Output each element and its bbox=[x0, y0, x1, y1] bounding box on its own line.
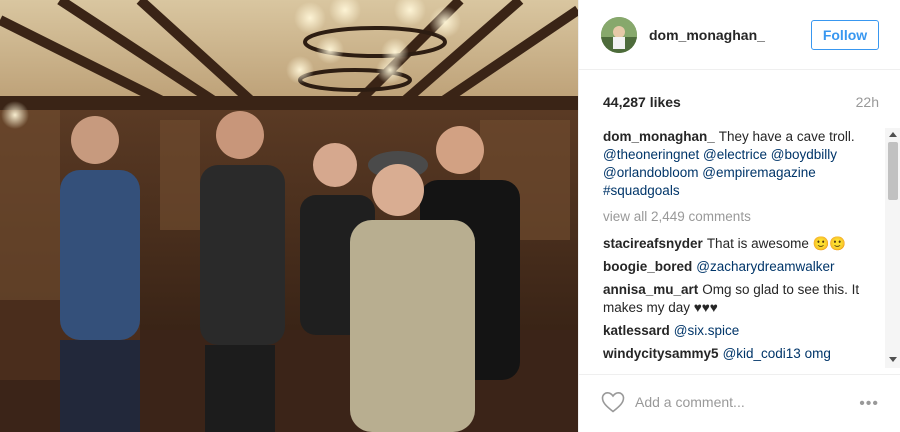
post-header: dom_monaghan_ Follow bbox=[579, 0, 900, 70]
caption-tag[interactable]: @theoneringnet bbox=[603, 147, 699, 162]
caption-tag[interactable]: @electrice bbox=[703, 147, 767, 162]
post-timestamp[interactable]: 22h bbox=[856, 94, 879, 110]
comment-text: That is awesome 🙂🙂 bbox=[706, 236, 847, 251]
comment-username[interactable]: annisa_mu_art bbox=[603, 282, 698, 297]
comment-scrollbar[interactable] bbox=[885, 128, 900, 368]
heart-icon[interactable] bbox=[601, 391, 625, 413]
comment-username[interactable]: katlessard bbox=[603, 323, 670, 338]
avatar[interactable] bbox=[601, 17, 637, 53]
comment-footer: ••• bbox=[579, 374, 900, 432]
caption-tag[interactable]: @empiremagazine bbox=[702, 165, 816, 180]
comment-username[interactable]: stacireafsnyder bbox=[603, 236, 703, 251]
post-sidebar: dom_monaghan_ Follow 44,287 likes 22h do… bbox=[578, 0, 900, 432]
post-photo[interactable] bbox=[0, 0, 578, 432]
caption-tag[interactable]: #squadgoals bbox=[603, 183, 680, 198]
comment-item: windycitysammy5 @kid_codi13 omg bbox=[603, 345, 879, 363]
caption-username[interactable]: dom_monaghan_ bbox=[603, 129, 715, 144]
comment-item: boogie_bored @zacharydreamwalker bbox=[603, 258, 879, 276]
photo-illustration bbox=[0, 0, 578, 432]
follow-button[interactable]: Follow bbox=[811, 20, 879, 50]
scroll-down-arrow-icon[interactable] bbox=[889, 357, 897, 362]
avatar-image bbox=[601, 17, 637, 53]
caption-text: They have a cave troll. bbox=[718, 129, 855, 144]
comment-text[interactable]: @kid_codi13 omg bbox=[723, 346, 831, 361]
comment-username[interactable]: windycitysammy5 bbox=[603, 346, 719, 361]
comment-text[interactable]: @six.spice bbox=[674, 323, 739, 338]
caption-tag[interactable]: @orlandobloom bbox=[603, 165, 699, 180]
comment-item: stacireafsnyder That is awesome 🙂🙂 bbox=[603, 235, 879, 253]
more-options-icon[interactable]: ••• bbox=[859, 396, 879, 412]
comment-list: dom_monaghan_ They have a cave troll. @th… bbox=[603, 128, 879, 368]
instagram-post: dom_monaghan_ Follow 44,287 likes 22h do… bbox=[0, 0, 900, 432]
scrollbar-thumb[interactable] bbox=[888, 142, 898, 200]
comment-item: annisa_mu_art Omg so glad to see this. It… bbox=[603, 281, 879, 317]
comment-text[interactable]: @zacharydreamwalker bbox=[696, 259, 834, 274]
scroll-up-arrow-icon[interactable] bbox=[889, 132, 897, 137]
add-comment-input[interactable] bbox=[635, 391, 835, 413]
caption: dom_monaghan_ They have a cave troll. @th… bbox=[603, 128, 879, 200]
caption-tag[interactable]: @boydbilly bbox=[771, 147, 837, 162]
view-all-comments-link[interactable]: view all 2,449 comments bbox=[603, 208, 879, 226]
post-meta: 44,287 likes 22h bbox=[579, 70, 900, 120]
comment-item: katlessard @six.spice bbox=[603, 322, 879, 340]
comment-username[interactable]: boogie_bored bbox=[603, 259, 692, 274]
like-count[interactable]: 44,287 likes bbox=[603, 94, 681, 110]
post-username[interactable]: dom_monaghan_ bbox=[649, 27, 765, 43]
